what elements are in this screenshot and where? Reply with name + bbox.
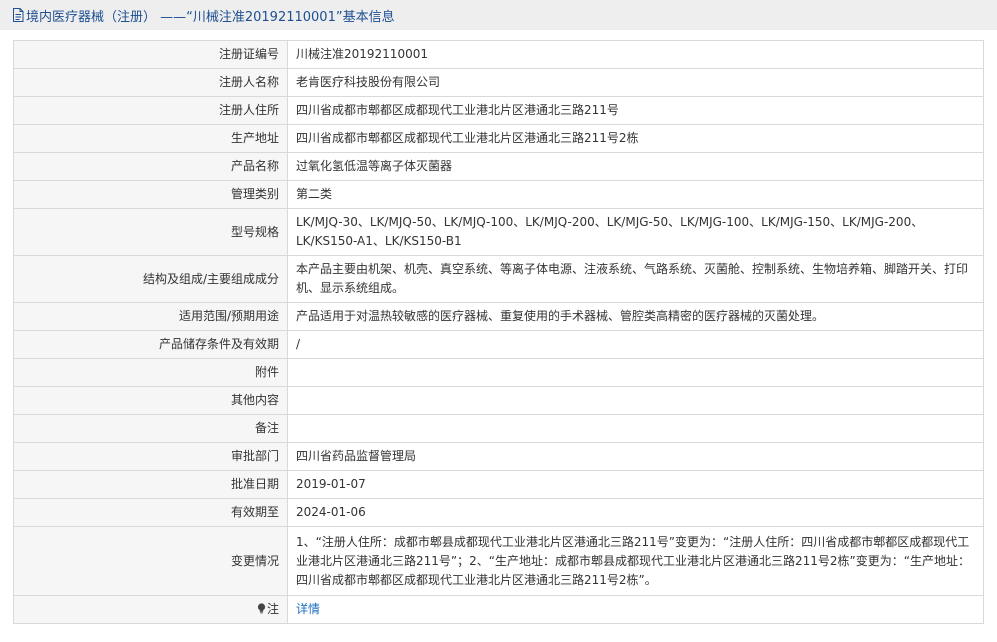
field-value-product-name: 过氧化氢低温等离子体灭菌器	[287, 152, 984, 181]
field-value-valid-until: 2024-01-06	[287, 498, 984, 527]
page-title: 境内医疗器械（注册） ——“川械注准20192110001”基本信息	[26, 9, 395, 25]
field-label: 生产地址	[13, 124, 288, 153]
field-value-structure: 本产品主要由机架、机壳、真空系统、等离子体电源、注液系统、气路系统、灭菌舱、控制…	[287, 255, 984, 303]
field-value-attachment	[287, 358, 984, 387]
field-label: 结构及组成/主要组成成分	[13, 255, 288, 303]
table-row-production-address: 生产地址 四川省成都市郫都区成都现代工业港北片区港通北三路211号2栋	[13, 124, 984, 153]
field-value-production-address: 四川省成都市郫都区成都现代工业港北片区港通北三路211号2栋	[287, 124, 984, 153]
note-value-cell: 详情	[287, 595, 984, 624]
field-value-other	[287, 386, 984, 415]
table-row-valid-until: 有效期至 2024-01-06	[13, 498, 984, 527]
field-value-scope: 产品适用于对温热较敏感的医疗器械、重复使用的手术器械、管腔类高精密的医疗器械的灭…	[287, 302, 984, 331]
table-row-structure: 结构及组成/主要组成成分 本产品主要由机架、机壳、真空系统、等离子体电源、注液系…	[13, 255, 984, 303]
field-value-registrant-name: 老肯医疗科技股份有限公司	[287, 68, 984, 97]
field-value-reg-no: 川械注准20192110001	[287, 40, 984, 69]
table-row-approval-dept: 审批部门 四川省药品监督管理局	[13, 442, 984, 471]
table-row-management-class: 管理类别 第二类	[13, 180, 984, 209]
field-value-model-spec: LK/MJQ-30、LK/MJQ-50、LK/MJQ-100、LK/MJQ-20…	[287, 208, 984, 256]
table-row-registrant-address: 注册人住所 四川省成都市郫都区成都现代工业港北片区港通北三路211号	[13, 96, 984, 125]
table-row-note: 注 详情	[13, 595, 984, 624]
field-label: 适用范围/预期用途	[13, 302, 288, 331]
field-label: 其他内容	[13, 386, 288, 415]
field-value-approval-date: 2019-01-07	[287, 470, 984, 499]
note-label: 注	[266, 602, 279, 616]
field-label: 变更情况	[13, 526, 288, 596]
table-row-remark: 备注	[13, 414, 984, 443]
field-label: 有效期至	[13, 498, 288, 527]
field-label: 附件	[13, 358, 288, 387]
table-row-approval-date: 批准日期 2019-01-07	[13, 470, 984, 499]
field-value-changes: 1、“注册人住所：成都市郫县成都现代工业港北片区港通北三路211号”变更为：“注…	[287, 526, 984, 596]
field-label: 注册人名称	[13, 68, 288, 97]
table-row-product-name: 产品名称 过氧化氢低温等离子体灭菌器	[13, 152, 984, 181]
field-label: 注册证编号	[13, 40, 288, 69]
field-label: 批准日期	[13, 470, 288, 499]
table-row-other: 其他内容	[13, 386, 984, 415]
field-label: 产品储存条件及有效期	[13, 330, 288, 359]
table-row-scope: 适用范围/预期用途 产品适用于对温热较敏感的医疗器械、重复使用的手术器械、管腔类…	[13, 302, 984, 331]
table-row-attachment: 附件	[13, 358, 984, 387]
note-label-cell: 注	[13, 595, 288, 624]
field-value-approval-dept: 四川省药品监督管理局	[287, 442, 984, 471]
table-row-model-spec: 型号规格 LK/MJQ-30、LK/MJQ-50、LK/MJQ-100、LK/M…	[13, 208, 984, 256]
field-label: 注册人住所	[13, 96, 288, 125]
field-value-management-class: 第二类	[287, 180, 984, 209]
page-title-bar: 境内医疗器械（注册） ——“川械注准20192110001”基本信息	[0, 0, 997, 30]
field-label: 管理类别	[13, 180, 288, 209]
field-label: 产品名称	[13, 152, 288, 181]
field-label: 审批部门	[13, 442, 288, 471]
lightbulb-icon	[257, 603, 266, 614]
table-row-storage: 产品储存条件及有效期 /	[13, 330, 984, 359]
field-value-registrant-address: 四川省成都市郫都区成都现代工业港北片区港通北三路211号	[287, 96, 984, 125]
field-value-storage: /	[287, 330, 984, 359]
document-icon	[13, 8, 24, 22]
field-label: 型号规格	[13, 208, 288, 256]
field-value-remark	[287, 414, 984, 443]
table-row-reg-no: 注册证编号 川械注准20192110001	[13, 40, 984, 69]
field-label: 备注	[13, 414, 288, 443]
device-info-table: 注册证编号 川械注准20192110001 注册人名称 老肯医疗科技股份有限公司…	[13, 40, 984, 624]
table-row-changes: 变更情况 1、“注册人住所：成都市郫县成都现代工业港北片区港通北三路211号”变…	[13, 526, 984, 596]
table-row-registrant-name: 注册人名称 老肯医疗科技股份有限公司	[13, 68, 984, 97]
details-link[interactable]: 详情	[296, 602, 320, 616]
